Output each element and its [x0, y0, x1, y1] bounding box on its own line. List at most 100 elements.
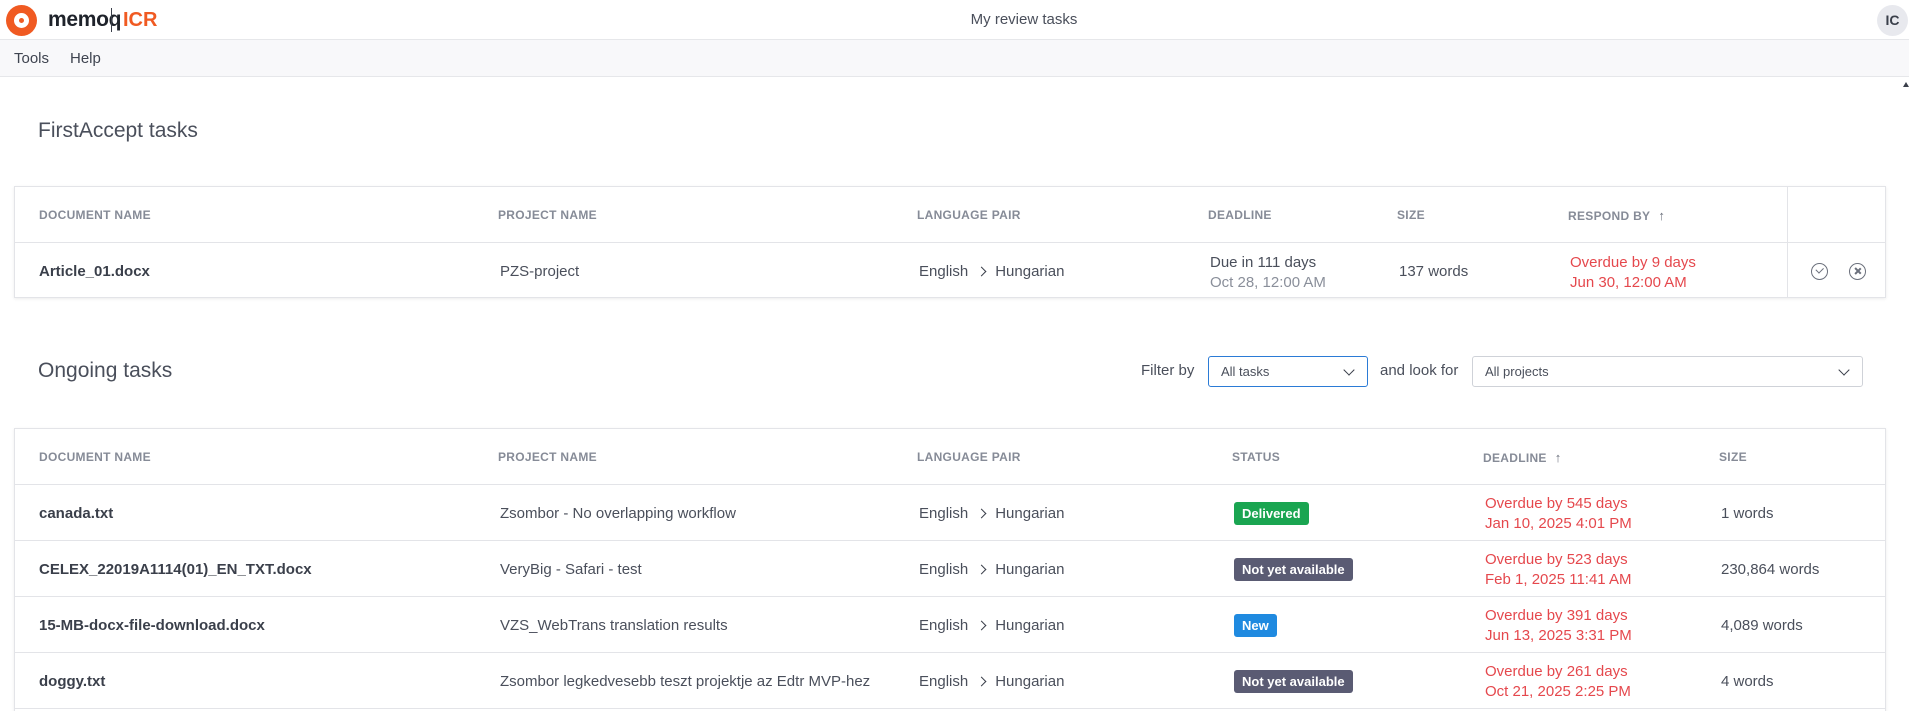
deadline: Due in 111 days Oct 28, 12:00 AM: [1210, 253, 1326, 293]
chevron-right-icon: [976, 620, 987, 631]
accept-check-icon[interactable]: [1811, 263, 1828, 280]
column-language-pair[interactable]: LANGUAGE PAIR: [917, 208, 1021, 222]
deadline-absolute: Oct 21, 2025 2:25 PM: [1485, 683, 1631, 700]
chevron-down-icon: [1343, 364, 1355, 376]
deadline-absolute: Jan 10, 2025 4:01 PM: [1485, 515, 1632, 532]
table-header: DOCUMENT NAME PROJECT NAME LANGUAGE PAIR…: [15, 429, 1885, 485]
user-avatar[interactable]: IC: [1877, 5, 1908, 36]
column-respond-by[interactable]: RESPOND BY ↑: [1568, 208, 1665, 223]
project-name: Zsombor legkedvesebb teszt projektje az …: [500, 673, 871, 690]
scroll-up-arrow-icon[interactable]: [1903, 82, 1909, 87]
language-pair: English Hungarian: [919, 263, 1064, 280]
size: 230,864 words: [1721, 561, 1820, 578]
ongoing-title: Ongoing tasks: [38, 359, 173, 382]
table-row[interactable]: doggy.txt Zsombor legkedvesebb teszt pro…: [15, 653, 1885, 709]
document-name[interactable]: 15-MB-docx-file-download.docx: [39, 617, 265, 634]
source-language: English: [919, 263, 969, 280]
column-status[interactable]: STATUS: [1232, 450, 1280, 464]
status: Delivered: [1234, 502, 1309, 525]
language-pair: English Hungarian: [919, 561, 1064, 578]
ongoing-table: DOCUMENT NAME PROJECT NAME LANGUAGE PAIR…: [14, 428, 1886, 711]
deadline: Overdue by 523 days Feb 1, 2025 11:41 AM: [1485, 550, 1632, 590]
filter-by-value: All tasks: [1221, 364, 1270, 379]
chevron-right-icon: [976, 676, 987, 687]
filter-by-label: Filter by: [1141, 362, 1195, 379]
document-name[interactable]: canada.txt: [39, 505, 113, 522]
respond-by: Overdue by 9 days Jun 30, 12:00 AM: [1570, 253, 1696, 293]
deadline: Overdue by 545 days Jan 10, 2025 4:01 PM: [1485, 494, 1632, 534]
respond-absolute: Jun 30, 12:00 AM: [1570, 274, 1687, 291]
filter-by-select[interactable]: All tasks: [1208, 356, 1368, 387]
target-language: Hungarian: [995, 617, 1065, 634]
firstaccept-table: DOCUMENT NAME PROJECT NAME LANGUAGE PAIR…: [14, 186, 1886, 298]
deadline-absolute: Feb 1, 2025 11:41 AM: [1485, 571, 1632, 588]
menu-tools[interactable]: Tools: [14, 50, 49, 67]
sort-ascending-icon: ↑: [1658, 208, 1666, 223]
deadline-relative: Overdue by 523 days: [1485, 551, 1628, 568]
table-row[interactable]: Article_01.docx PZS-project English Hung…: [15, 243, 1885, 299]
deadline-absolute: Jun 13, 2025 3:31 PM: [1485, 627, 1632, 644]
decline-x-icon[interactable]: [1849, 263, 1866, 280]
column-deadline[interactable]: DEADLINE ↑: [1483, 450, 1562, 465]
menu-help[interactable]: Help: [70, 50, 101, 67]
size: 137 words: [1399, 263, 1469, 280]
language-pair: English Hungarian: [919, 673, 1064, 690]
deadline-relative: Overdue by 261 days: [1485, 663, 1628, 680]
deadline-relative: Overdue by 545 days: [1485, 495, 1628, 512]
chevron-right-icon: [976, 564, 987, 575]
project-name: PZS-project: [500, 263, 580, 280]
table-row[interactable]: 15-MB-docx-file-download.docx VZS_WebTra…: [15, 597, 1885, 653]
sort-ascending-icon: ↑: [1554, 450, 1562, 465]
deadline: Overdue by 391 days Jun 13, 2025 3:31 PM: [1485, 606, 1632, 646]
look-for-value: All projects: [1485, 364, 1549, 379]
target-language: Hungarian: [995, 673, 1065, 690]
table-header: DOCUMENT NAME PROJECT NAME LANGUAGE PAIR…: [15, 187, 1885, 243]
column-document-name[interactable]: DOCUMENT NAME: [39, 208, 151, 222]
column-size[interactable]: SIZE: [1719, 450, 1747, 464]
scrollbar[interactable]: [1902, 78, 1909, 711]
target-language: Hungarian: [995, 263, 1065, 280]
deadline: Overdue by 261 days Oct 21, 2025 2:25 PM: [1485, 662, 1631, 702]
status: Not yet available: [1234, 670, 1353, 693]
chevron-down-icon: [1838, 364, 1850, 376]
menu-bar: Tools Help: [0, 40, 1909, 77]
respond-relative: Overdue by 9 days: [1570, 254, 1696, 271]
source-language: English: [919, 505, 969, 522]
deadline-relative: Overdue by 391 days: [1485, 607, 1628, 624]
document-name[interactable]: doggy.txt: [39, 673, 105, 690]
status-badge: Delivered: [1234, 502, 1309, 525]
target-language: Hungarian: [995, 505, 1065, 522]
size: 4 words: [1721, 673, 1774, 690]
size: 4,089 words: [1721, 617, 1803, 634]
firstaccept-title: FirstAccept tasks: [38, 119, 198, 142]
size: 1 words: [1721, 505, 1774, 522]
actions-divider: [1787, 187, 1788, 298]
column-size[interactable]: SIZE: [1397, 208, 1425, 222]
look-for-label: and look for: [1380, 362, 1459, 379]
status: Not yet available: [1234, 558, 1353, 581]
status-badge: New: [1234, 614, 1277, 637]
table-row[interactable]: CELEX_22019A1114(01)_EN_TXT.docx VeryBig…: [15, 541, 1885, 597]
source-language: English: [919, 617, 969, 634]
status: New: [1234, 614, 1277, 637]
column-deadline[interactable]: DEADLINE: [1208, 208, 1272, 222]
project-name: VeryBig - Safari - test: [500, 561, 642, 578]
project-name: Zsombor - No overlapping workflow: [500, 505, 736, 522]
language-pair: English Hungarian: [919, 617, 1064, 634]
column-document-name[interactable]: DOCUMENT NAME: [39, 450, 151, 464]
document-name[interactable]: CELEX_22019A1114(01)_EN_TXT.docx: [39, 561, 312, 578]
look-for-select[interactable]: All projects: [1472, 356, 1863, 387]
chevron-right-icon: [976, 266, 987, 277]
column-language-pair[interactable]: LANGUAGE PAIR: [917, 450, 1021, 464]
status-badge: Not yet available: [1234, 558, 1353, 581]
column-project-name[interactable]: PROJECT NAME: [498, 450, 597, 464]
document-name[interactable]: Article_01.docx: [39, 263, 150, 280]
column-project-name[interactable]: PROJECT NAME: [498, 208, 597, 222]
chevron-right-icon: [976, 508, 987, 519]
language-pair: English Hungarian: [919, 505, 1064, 522]
target-language: Hungarian: [995, 561, 1065, 578]
source-language: English: [919, 561, 969, 578]
table-row[interactable]: canada.txt Zsombor - No overlapping work…: [15, 485, 1885, 541]
source-language: English: [919, 673, 969, 690]
status-badge: Not yet available: [1234, 670, 1353, 693]
